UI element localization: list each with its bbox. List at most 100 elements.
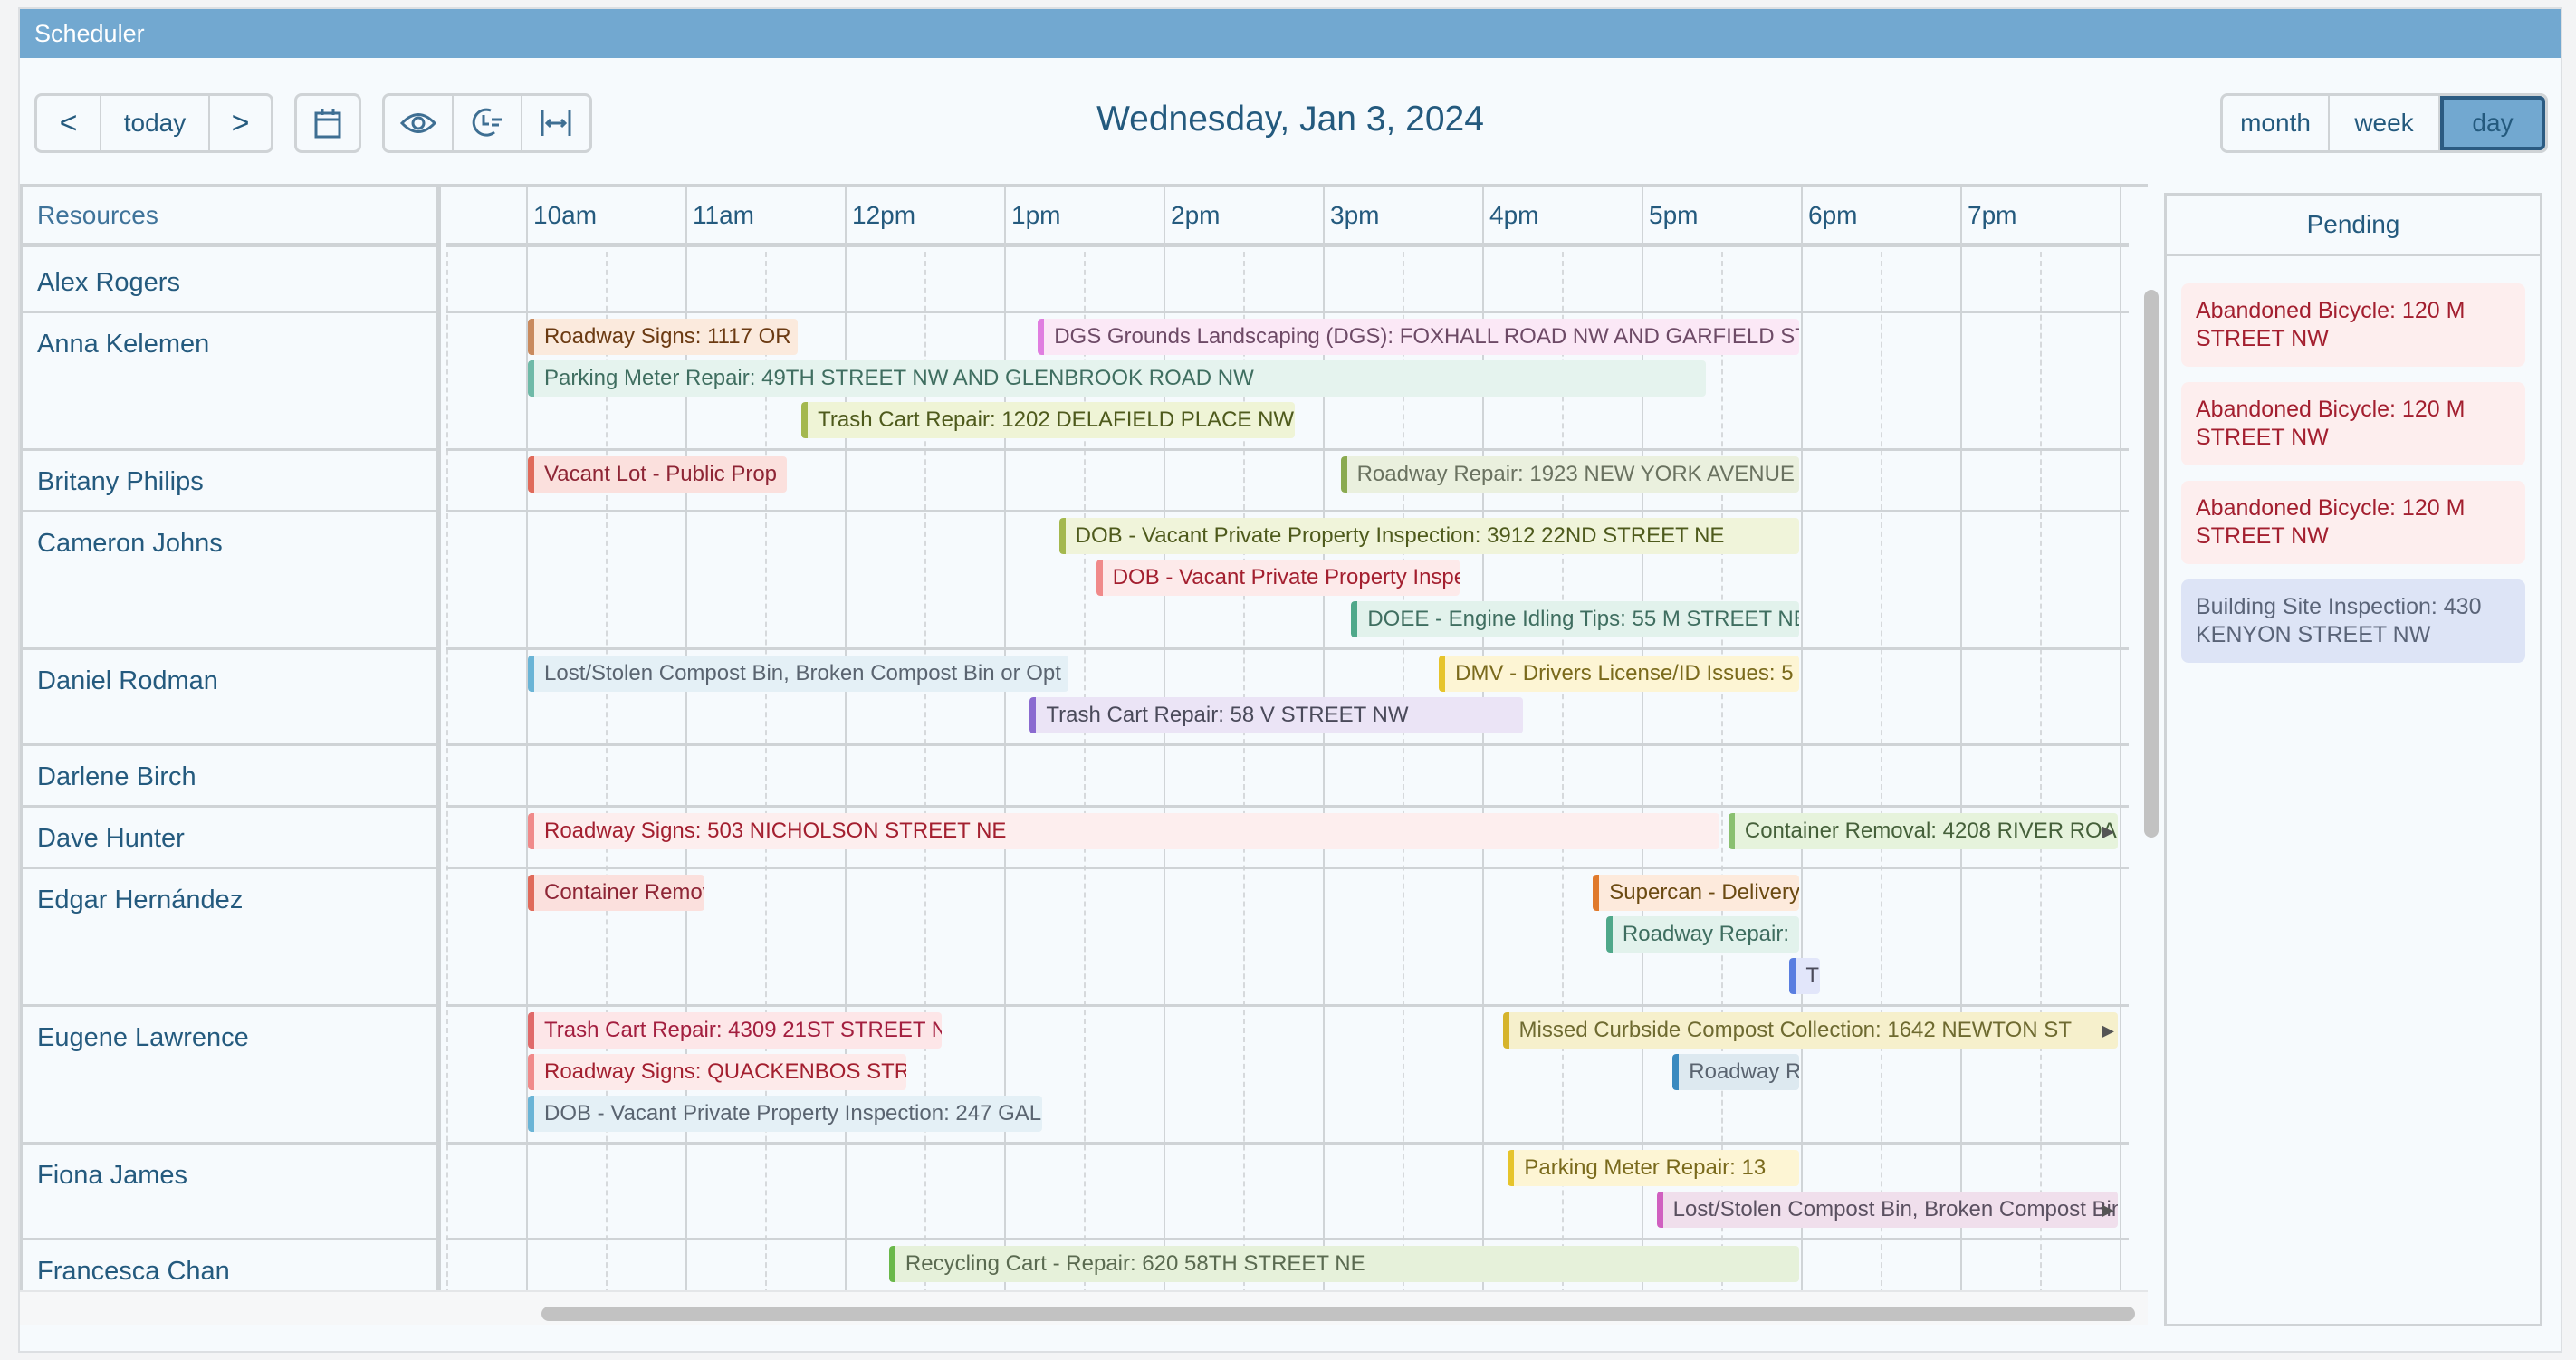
event-block[interactable]: T: [1789, 958, 1821, 994]
event-block[interactable]: Roadway Signs: 503 NICHOLSON STREET NE: [528, 813, 1719, 849]
event-block[interactable]: DGS Grounds Landscaping (DGS): FOXHALL R…: [1038, 319, 1799, 355]
event-title: DGS Grounds Landscaping (DGS): FOXHALL R…: [1054, 324, 1799, 349]
resource-row[interactable]: Britany Philips: [23, 451, 436, 512]
resource-column: Resources Alex Rogers Anna Kelemen Britany…: [23, 187, 441, 1322]
continues-arrow-icon: ▶: [2102, 1201, 2114, 1219]
resource-name: Edgar Hernández: [37, 886, 244, 915]
resource-row[interactable]: Anna Kelemen: [23, 313, 436, 451]
time-label: 7pm: [1968, 201, 2017, 229]
resource-row[interactable]: Daniel Rodman: [23, 650, 436, 746]
event-block[interactable]: Missed Curbside Compost Collection: 1642…: [1502, 1012, 2118, 1049]
pending-item[interactable]: Abandoned Bicycle: 120 M STREET NW: [2181, 283, 2525, 367]
event-block[interactable]: DOEE - Engine Idling Tips: 55 M STREET N…: [1351, 601, 1799, 637]
time-label: 10am: [533, 201, 598, 229]
resources-header: Resources: [23, 187, 436, 247]
event-block[interactable]: Trash Cart Repair: 58 V STREET NW: [1029, 697, 1523, 733]
resource-name: Dave Hunter: [37, 824, 185, 853]
event-title: Roadway Signs: 1117 OR: [544, 324, 791, 349]
resource-name: Cameron Johns: [37, 529, 223, 558]
event-block[interactable]: Parking Meter Repair: 13: [1508, 1150, 1799, 1186]
event-block[interactable]: Container Removal: [528, 875, 705, 911]
event-title: Roadway Repair: 1923 NEW YORK AVENUE: [1356, 462, 1795, 486]
event-title: Parking Meter Repair: 49TH STREET NW AND…: [544, 366, 1254, 390]
pending-item[interactable]: Abandoned Bicycle: 120 M STREET NW: [2181, 382, 2525, 465]
event-title: Vacant Lot - Public Prop: [544, 462, 778, 486]
event-title: Recycling Cart - Repair: 620 58TH STREET…: [905, 1251, 1365, 1276]
continues-arrow-icon: ▶: [2102, 822, 2114, 840]
event-title: DOB - Vacant Private Property Inspection: [1112, 565, 1460, 589]
pending-list: Abandoned Bicycle: 120 M STREET NW Abando…: [2167, 256, 2540, 663]
resource-row[interactable]: Eugene Lawrence: [23, 1007, 436, 1145]
resource-timeline: Resources Alex Rogers Anna Kelemen Britany…: [20, 184, 2148, 1325]
vertical-scrollbar[interactable]: [2144, 290, 2159, 838]
resource-row[interactable]: Cameron Johns: [23, 512, 436, 650]
event-block[interactable]: Trash Cart Repair: 1202 DELAFIELD PLACE …: [801, 402, 1295, 438]
resource-row[interactable]: Fiona James: [23, 1145, 436, 1240]
event-title: Container Removal: 4208 RIVER ROAD: [1744, 819, 2118, 843]
resource-row[interactable]: Edgar Hernández: [23, 869, 436, 1007]
event-block[interactable]: DMV - Drivers License/ID Issues: 5: [1439, 656, 1799, 692]
time-label: 6pm: [1808, 201, 1858, 229]
resource-name: Fiona James: [37, 1161, 188, 1190]
time-label: 2pm: [1171, 201, 1221, 229]
event-title: Missed Curbside Compost Collection: 1642…: [1518, 1018, 2072, 1042]
event-title: DOB - Vacant Private Property Inspection…: [544, 1101, 1042, 1125]
event-block[interactable]: Roadway Repair:: [1605, 916, 1799, 953]
resource-name: Francesca Chan: [37, 1257, 230, 1286]
event-block[interactable]: Recycling Cart - Repair: 620 58TH STREET…: [888, 1246, 1799, 1282]
time-label: 12pm: [852, 201, 916, 229]
event-title: Trash Cart Repair: 4309 21ST STREET NE: [544, 1018, 942, 1042]
view-day-button[interactable]: day: [2440, 96, 2545, 150]
event-title: Roadway Repair: [1689, 1059, 1799, 1084]
timeline-area[interactable]: 10am 11am 12pm 1pm 2pm 3pm 4pm 5pm 6pm 7pm Roadwa…: [446, 187, 2129, 1322]
event-block[interactable]: Roadway Signs: QUACKENBOS STREET: [528, 1054, 907, 1090]
horizontal-scrollbar[interactable]: [541, 1307, 2135, 1321]
event-block[interactable]: Container Removal: 4208 RIVER ROAD ▶: [1728, 813, 2118, 849]
event-title: T: [1805, 963, 1819, 988]
timeline-row[interactable]: [446, 746, 2129, 808]
event-block[interactable]: Roadway Repair: [1672, 1054, 1799, 1090]
event-title: DMV - Drivers License/ID Issues: 5: [1455, 661, 1794, 685]
timeline-row[interactable]: [446, 252, 2129, 313]
time-label: 3pm: [1330, 201, 1380, 229]
event-title: Parking Meter Repair: 13: [1524, 1155, 1767, 1180]
event-title: Roadway Repair:: [1622, 922, 1790, 946]
event-block[interactable]: DOB - Vacant Private Property Inspection…: [1058, 518, 1799, 554]
pending-panel: Pending Abandoned Bicycle: 120 M STREET …: [2164, 193, 2542, 1326]
pending-item[interactable]: Abandoned Bicycle: 120 M STREET NW: [2181, 481, 2525, 564]
event-block[interactable]: Roadway Repair: 1923 NEW YORK AVENUE: [1340, 456, 1799, 493]
resource-name: Darlene Birch: [37, 762, 196, 791]
continues-arrow-icon: ▶: [2102, 1021, 2114, 1039]
resource-row[interactable]: Darlene Birch: [23, 746, 436, 808]
event-block[interactable]: DOB - Vacant Private Property Inspection: [1096, 560, 1460, 596]
event-title: Roadway Signs: 503 NICHOLSON STREET NE: [544, 819, 1007, 843]
pending-item[interactable]: Building Site Inspection: 430 KENYON STR…: [2181, 579, 2525, 663]
time-label: 5pm: [1649, 201, 1699, 229]
event-block[interactable]: DOB - Vacant Private Property Inspection…: [528, 1096, 1042, 1132]
current-date-title: Wednesday, Jan 3, 2024: [1096, 100, 1484, 139]
resource-name: Eugene Lawrence: [37, 1023, 249, 1052]
event-title: Trash Cart Repair: 58 V STREET NW: [1046, 703, 1409, 727]
view-week-button[interactable]: week: [2330, 96, 2440, 150]
resource-name: Anna Kelemen: [37, 330, 210, 359]
window-title: Scheduler: [20, 9, 2561, 58]
resource-name: Daniel Rodman: [37, 666, 218, 695]
event-block[interactable]: Vacant Lot - Public Prop: [528, 456, 788, 493]
event-title: Supercan - Delivery: [1609, 880, 1799, 905]
event-block[interactable]: Supercan - Delivery: [1593, 875, 1799, 911]
event-block[interactable]: Lost/Stolen Compost Bin, Broken Compost …: [1656, 1192, 2118, 1228]
event-title: Trash Cart Repair: 1202 DELAFIELD PLACE …: [818, 407, 1295, 432]
event-title: DOEE - Engine Idling Tips: 55 M STREET N…: [1367, 607, 1799, 631]
view-month-button[interactable]: month: [2223, 96, 2330, 150]
time-label: 4pm: [1489, 201, 1539, 229]
time-label: 11am: [693, 201, 754, 229]
event-block[interactable]: Parking Meter Repair: 49TH STREET NW AND…: [528, 360, 1707, 397]
resource-row[interactable]: Dave Hunter: [23, 808, 436, 869]
event-block[interactable]: Trash Cart Repair: 4309 21ST STREET NE: [528, 1012, 942, 1049]
resource-row[interactable]: Alex Rogers: [23, 252, 436, 313]
event-block[interactable]: Roadway Signs: 1117 OR: [528, 319, 799, 355]
pending-header: Pending: [2167, 196, 2540, 256]
event-block[interactable]: Lost/Stolen Compost Bin, Broken Compost …: [528, 656, 1069, 692]
event-title: Roadway Signs: QUACKENBOS STREET: [544, 1059, 907, 1084]
time-header: 10am 11am 12pm 1pm 2pm 3pm 4pm 5pm 6pm 7pm: [446, 187, 2129, 247]
